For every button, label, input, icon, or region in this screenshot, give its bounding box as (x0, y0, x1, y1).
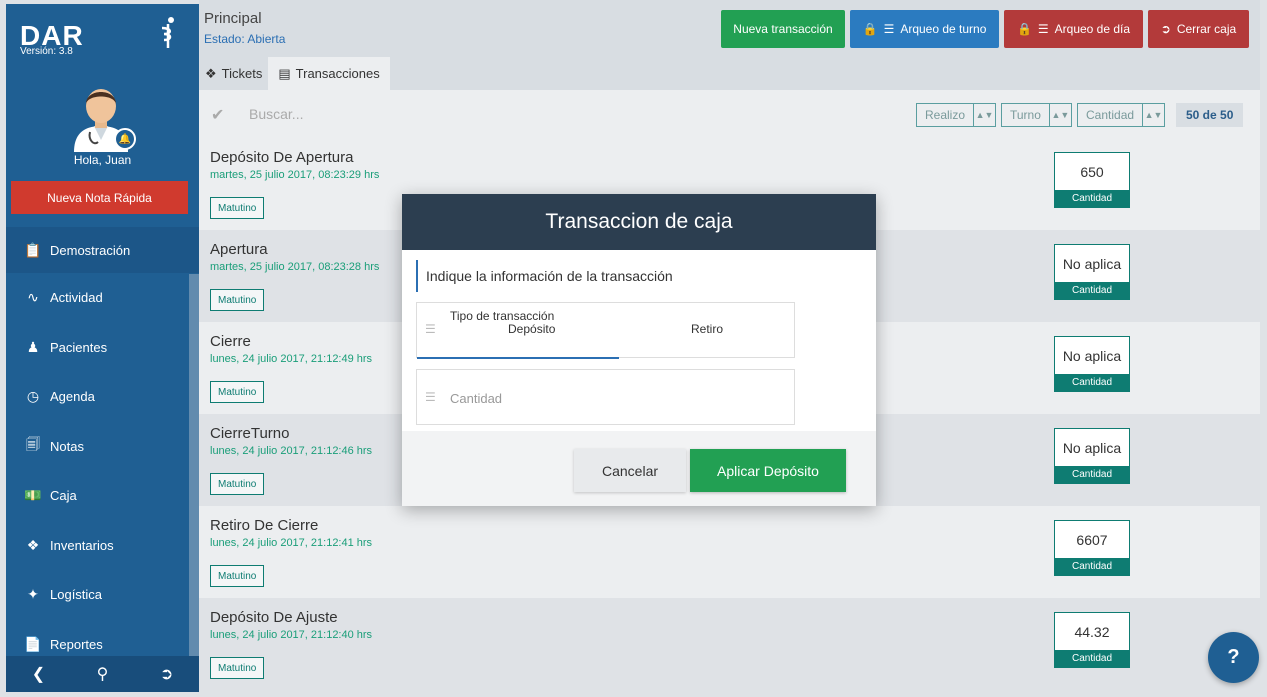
transaction-type-selector: ☰ Tipo de transacción Depósito Retiro (416, 302, 795, 359)
list-icon: ☰ (425, 390, 436, 404)
cancel-button[interactable]: Cancelar (574, 449, 686, 492)
dialog-info: Indique la información de la transacción (416, 260, 673, 292)
quantity-input[interactable]: Cantidad (450, 391, 502, 406)
dialog-title: Transaccion de caja (402, 194, 876, 250)
apply-deposit-button[interactable]: Aplicar Depósito (690, 449, 846, 492)
help-button[interactable]: ? (1208, 632, 1259, 683)
dialog-footer: Cancelar Aplicar Depósito (402, 431, 876, 506)
option-deposit[interactable]: Depósito (508, 322, 555, 336)
option-withdraw[interactable]: Retiro (691, 322, 723, 336)
list-icon: ☰ (425, 322, 436, 336)
quantity-field[interactable]: ☰ Cantidad (416, 369, 795, 425)
selected-option-indicator (417, 357, 619, 359)
transaction-type-label: Tipo de transacción (450, 309, 555, 323)
transaction-dialog: Transaccion de caja Indique la informaci… (402, 194, 876, 506)
